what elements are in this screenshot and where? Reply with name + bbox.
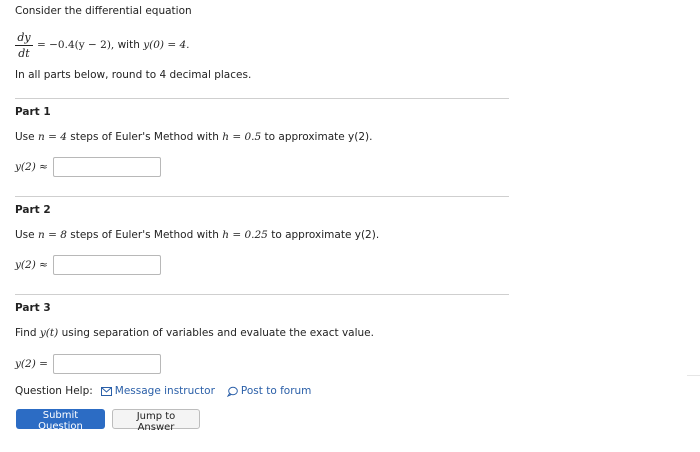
part1-h: h = 0.5: [222, 131, 262, 143]
speech-bubble-icon: [226, 386, 238, 397]
question-help: Question Help: Message instructor Post t…: [15, 385, 311, 397]
jump-to-answer-button[interactable]: Jump to Answer: [112, 409, 200, 433]
ode-numerator: dy: [17, 31, 31, 44]
question-help-label: Question Help:: [15, 385, 93, 397]
ode-with: with: [117, 39, 140, 51]
part2-use: Use: [15, 229, 35, 241]
part3-yt: y(t): [39, 327, 59, 339]
intro-text: Consider the differential equation: [15, 5, 192, 17]
part1-tail: to approximate y(2).: [264, 131, 373, 143]
part3-answer-input[interactable]: [53, 354, 161, 374]
part1-mid: steps of Euler's Method with: [70, 131, 219, 143]
part2-h: h = 0.25: [222, 229, 268, 241]
part1-question: Use n = 4 steps of Euler's Method with h…: [15, 131, 372, 143]
message-instructor-link[interactable]: Message instructor: [100, 385, 215, 397]
divider-part3: [15, 294, 509, 295]
part3-question: Find y(t) using separation of variables …: [15, 327, 374, 339]
part1-answer-label: y(2) ≈: [15, 161, 48, 173]
part2-answer-input[interactable]: [53, 255, 161, 275]
divider-part1: [15, 98, 509, 99]
envelope-icon: [100, 386, 112, 396]
part3-tail: using separation of variables and evalua…: [61, 327, 374, 339]
part2-question: Use n = 8 steps of Euler's Method with h…: [15, 229, 379, 241]
part1-title: Part 1: [15, 106, 51, 118]
part3-answer-label: y(2) =: [15, 358, 48, 370]
fraction-bar: [15, 45, 33, 46]
submit-question-button[interactable]: Submit Question: [16, 409, 105, 432]
part2-tail: to approximate y(2).: [271, 229, 380, 241]
part1-answer-input[interactable]: [53, 157, 161, 177]
part2-mid: steps of Euler's Method with: [70, 229, 219, 241]
post-to-forum-text[interactable]: Post to forum: [241, 385, 312, 397]
rounding-note: In all parts below, round to 4 decimal p…: [15, 69, 252, 81]
part3-title: Part 3: [15, 302, 51, 314]
part2-title: Part 2: [15, 204, 51, 216]
message-instructor-text[interactable]: Message instructor: [115, 385, 215, 397]
right-edge-divider: [687, 375, 700, 376]
part1-n: n = 4: [37, 131, 67, 143]
ode-denominator: dt: [18, 47, 30, 60]
part2-answer-label: y(2) ≈: [15, 259, 48, 271]
ode-rhs: = −0.4(y − 2),: [37, 39, 115, 51]
part2-n: n = 8: [37, 229, 67, 241]
post-to-forum-link[interactable]: Post to forum: [226, 385, 312, 397]
part3-find: Find: [15, 327, 37, 339]
part1-use: Use: [15, 131, 35, 143]
divider-part2: [15, 196, 509, 197]
ode-initial: y(0) = 4.: [143, 39, 190, 51]
ode-fraction: dy dt: [15, 31, 33, 60]
ode-equation: = −0.4(y − 2), with y(0) = 4.: [37, 39, 190, 51]
